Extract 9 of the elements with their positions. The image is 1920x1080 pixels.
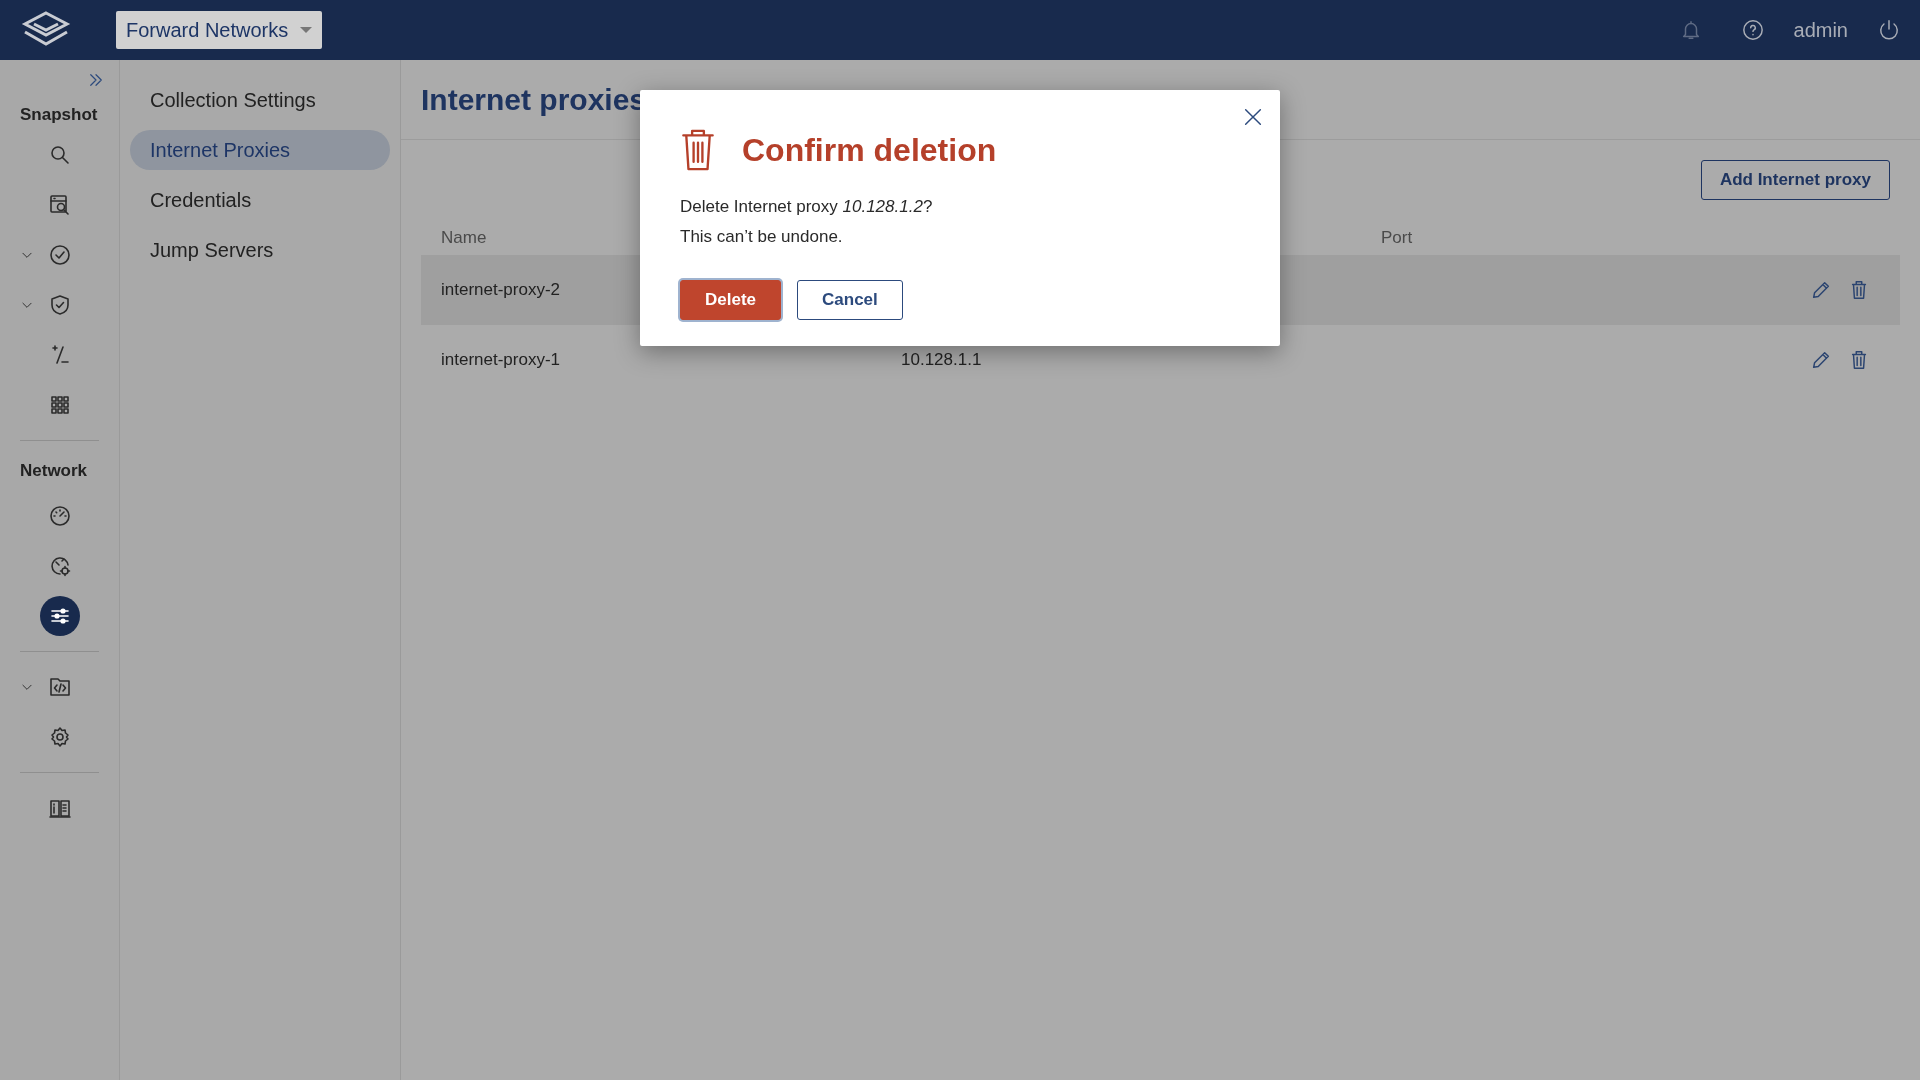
page-title: Internet proxies (421, 82, 647, 117)
dialog-title: Confirm deletion (742, 131, 997, 169)
section-label: Snapshot (19, 104, 99, 126)
table-cell: internet-proxy-1 (441, 350, 561, 370)
section-label: Network (19, 460, 89, 482)
dialog-note: This can’t be undone. (680, 226, 844, 248)
table-cell: internet-proxy-2 (441, 280, 561, 300)
dialog-message: Delete Internet proxy 10.128.1.2? (680, 196, 934, 218)
table-cell: 10.128.1.1 (901, 350, 982, 370)
